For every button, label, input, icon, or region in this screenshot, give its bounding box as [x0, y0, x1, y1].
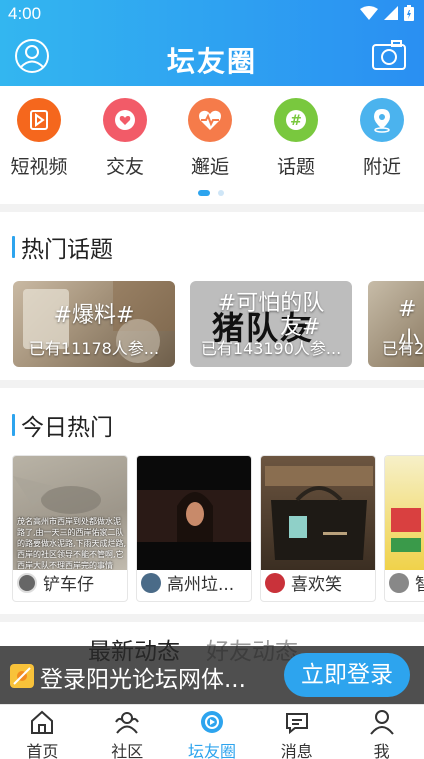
- category-label: 话题: [276, 156, 315, 178]
- avatar: [17, 572, 37, 593]
- post-author-name: 喜欢笑: [291, 575, 342, 595]
- category-label: 附近: [362, 156, 401, 178]
- divider: [0, 204, 424, 212]
- nav-home[interactable]: 首页: [0, 705, 85, 759]
- topic-card[interactable]: #小 已有2: [368, 281, 424, 367]
- community-icon: [115, 712, 140, 734]
- message-icon: [285, 713, 308, 735]
- topic-card[interactable]: #爆料# 已有11178人参...: [13, 281, 175, 367]
- post-image: [261, 456, 375, 570]
- nav-community[interactable]: 社区: [85, 705, 170, 759]
- post-author: 喜欢笑: [265, 570, 342, 595]
- divider: [0, 380, 424, 388]
- category-make-friends[interactable]: 交友: [90, 98, 160, 179]
- category-nearby[interactable]: 附近: [347, 98, 417, 179]
- avatar: [141, 572, 161, 593]
- hot-post-card[interactable]: 茂名高州市西岸到处都做水泥路了,由一天三的西岸佑家二队的路要做水泥路,下雨天成烂…: [12, 455, 128, 602]
- page-title: 坛友圈: [166, 45, 257, 78]
- post-author-name: 高州垃...: [167, 575, 235, 595]
- status-bar: 4:00: [0, 0, 424, 28]
- page-indicator: [198, 190, 224, 196]
- location-pin-icon: [360, 98, 404, 142]
- heartbeat-icon: [188, 98, 232, 142]
- post-author: 高州垃...: [141, 570, 234, 595]
- post-author: 智: [389, 570, 424, 595]
- login-banner-text: 登录阳光论坛网体...: [40, 667, 246, 693]
- category-row: 短视频 交友 邂逅 # 话题 附近: [0, 86, 424, 204]
- nav-label: 社区: [111, 742, 144, 759]
- heart-chat-icon: [103, 98, 147, 142]
- hot-post-card[interactable]: 喜欢笑: [260, 455, 376, 602]
- topic-card[interactable]: 猪队友 #可怕的队 友# 已有143190人参...: [190, 281, 352, 367]
- category-label: 交友: [105, 156, 144, 178]
- title-accent-bar: [12, 236, 15, 258]
- today-hot-title: 今日热门: [12, 408, 113, 442]
- wifi-icon: [360, 6, 378, 20]
- post-author-name: 智: [415, 570, 424, 595]
- circle-icon: [200, 711, 223, 733]
- topic-count: 已有2: [382, 339, 424, 358]
- nav-label: 坛友圈: [187, 742, 236, 759]
- play-icon: [17, 98, 61, 142]
- today-hot-title-text: 今日热门: [21, 415, 113, 441]
- post-author: 铲车仔: [17, 570, 94, 595]
- top-bar: 坛友圈: [0, 30, 424, 86]
- home-icon: [31, 710, 54, 734]
- topic-tag: #可怕的队: [217, 291, 325, 316]
- topic-count: 已有143190人参...: [200, 339, 342, 358]
- category-label: 邂逅: [190, 156, 229, 178]
- category-label: 短视频: [10, 156, 68, 178]
- post-author-name: 铲车仔: [43, 575, 94, 595]
- nav-messages[interactable]: 消息: [254, 705, 339, 759]
- movie-still: [137, 490, 251, 542]
- hot-post-card[interactable]: 高州垃...: [136, 455, 252, 602]
- user-icon: [369, 710, 394, 735]
- hot-topics-title: 热门话题: [12, 230, 113, 264]
- category-short-video[interactable]: 短视频: [4, 98, 74, 179]
- status-icons: [360, 5, 414, 21]
- post-image: 茂名高州市西岸到处都做水泥路了,由一天三的西岸佑家二队的路要做水泥路,下雨天成烂…: [13, 456, 127, 570]
- bottom-nav: 首页 社区 坛友圈 消息 我: [0, 704, 424, 759]
- svg-text:#: #: [290, 113, 302, 129]
- handbag-shape: [265, 466, 373, 560]
- nav-circle[interactable]: 坛友圈: [170, 705, 255, 759]
- app-logo-icon: [10, 664, 34, 688]
- category-encounter[interactable]: 邂逅: [175, 98, 245, 179]
- poster-shape: [391, 508, 421, 552]
- page-dot-active: [198, 190, 210, 196]
- login-banner: 登录阳光论坛网体... 立即登录: [0, 646, 424, 704]
- hot-post-card[interactable]: 智: [384, 455, 424, 602]
- app-header: 4:00 坛友圈: [0, 0, 424, 86]
- hashtag-icon: #: [274, 98, 318, 142]
- avatar: [265, 572, 285, 593]
- nav-label: 我: [373, 742, 390, 759]
- page-dot: [218, 190, 224, 196]
- topic-tag: #爆料#: [53, 303, 135, 328]
- nav-label: 消息: [280, 742, 313, 759]
- signal-icon: [384, 6, 398, 20]
- topic-count: 已有11178人参...: [28, 339, 160, 358]
- camera-icon[interactable]: [372, 40, 406, 70]
- nav-label: 首页: [26, 742, 59, 759]
- post-caption: 茂名高州市西岸到处都做水泥路了,由一天三的西岸佑家二队的路要做水泥路,下雨天成烂…: [17, 517, 127, 570]
- avatar: [389, 572, 409, 593]
- nav-me[interactable]: 我: [339, 705, 424, 759]
- hot-topics-title-text: 热门话题: [21, 237, 113, 263]
- battery-icon: [404, 5, 414, 21]
- title-accent-bar: [12, 414, 15, 436]
- category-topics[interactable]: # 话题: [261, 98, 331, 179]
- post-image: [385, 456, 424, 570]
- login-button[interactable]: 立即登录: [284, 653, 410, 697]
- divider: [0, 614, 424, 622]
- status-time: 4:00: [8, 4, 42, 23]
- post-image: [137, 456, 251, 570]
